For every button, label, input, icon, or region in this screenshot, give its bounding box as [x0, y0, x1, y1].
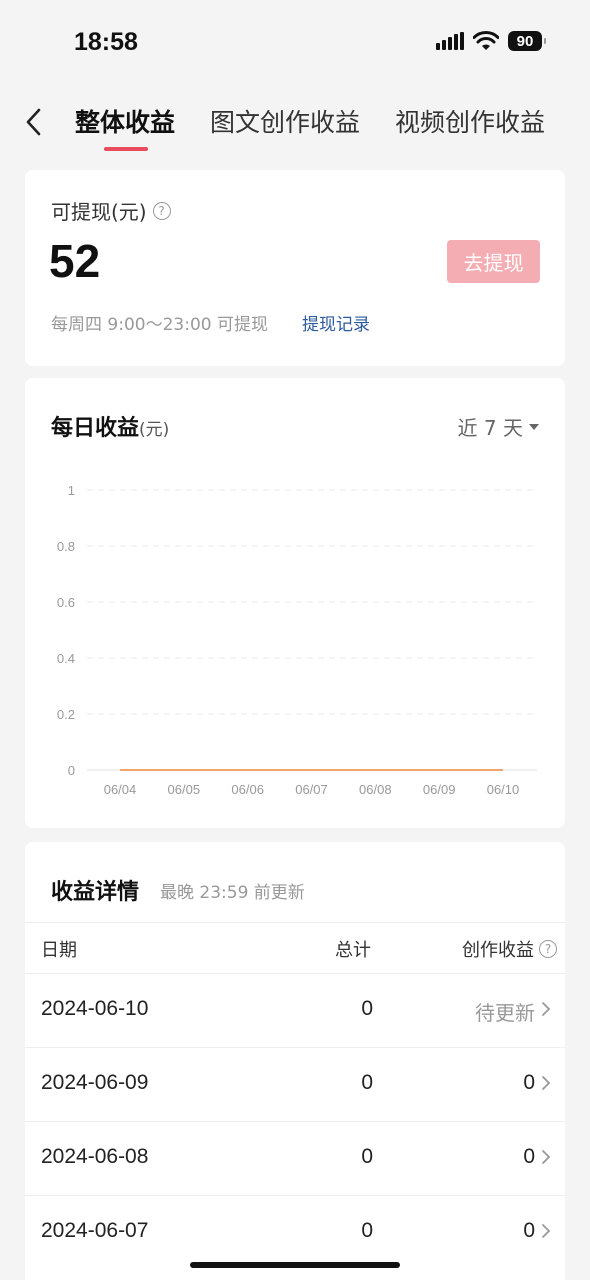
battery-indicator: 90: [508, 31, 546, 51]
row-total: 0: [361, 997, 373, 1020]
row-creation: 0: [523, 1219, 535, 1242]
y-tick-label: 1: [68, 483, 75, 498]
tab-video-earnings[interactable]: 视频创作收益: [395, 103, 545, 139]
y-tick-label: 0.6: [57, 595, 75, 610]
x-tick-label: 06/07: [295, 782, 328, 797]
x-tick-label: 06/04: [104, 782, 137, 797]
withdrawable-amount: 52: [49, 235, 101, 287]
header-creation: 创作收益 ?: [462, 936, 557, 962]
y-tick-label: 0.8: [57, 539, 75, 554]
x-tick-label: 06/05: [168, 782, 201, 797]
row-date: 2024-06-08: [41, 1145, 149, 1168]
details-subtitle: 最晚 23:59 前更新: [160, 883, 305, 903]
status-time: 18:58: [74, 28, 138, 56]
header-creation-label: 创作收益: [462, 940, 534, 961]
help-icon[interactable]: ?: [152, 201, 171, 220]
row-total: 0: [361, 1219, 373, 1242]
details-title: 收益详情: [51, 880, 140, 905]
y-tick-label: 0.4: [57, 651, 75, 666]
status-icons: 90: [436, 31, 546, 51]
header-date: 日期: [41, 940, 77, 961]
details-table-header: 日期 总计 创作收益 ?: [25, 922, 565, 974]
x-tick-label: 06/08: [359, 782, 392, 797]
earnings-details-card: 收益详情 最晚 23:59 前更新 日期 总计 创作收益 ? 2024-06-1…: [25, 842, 565, 1280]
x-tick-label: 06/10: [487, 782, 520, 797]
top-nav: 整体收益 图文创作收益 视频创作收益: [0, 88, 590, 158]
row-creation: 0: [523, 1071, 535, 1094]
row-total: 0: [361, 1071, 373, 1094]
back-icon[interactable]: [18, 106, 48, 138]
withdrawable-label: 可提现(元): [51, 200, 147, 224]
row-date: 2024-06-07: [41, 1219, 149, 1242]
withdraw-schedule-note: 每周四 9:00～23:00 可提现: [51, 315, 268, 335]
row-date: 2024-06-09: [41, 1071, 149, 1094]
help-icon[interactable]: ?: [539, 940, 557, 958]
wifi-icon: [473, 31, 499, 50]
tab-overall-earnings[interactable]: 整体收益: [75, 103, 175, 139]
chevron-right-icon: [542, 1150, 551, 1164]
signal-icon: [436, 32, 464, 50]
chevron-right-icon: [542, 1076, 551, 1090]
withdraw-record-link[interactable]: 提现记录: [302, 310, 370, 335]
withdraw-button[interactable]: 去提现: [447, 240, 540, 283]
tab-article-earnings[interactable]: 图文创作收益: [210, 103, 360, 139]
withdraw-card: 可提现(元) ? 52 去提现 每周四 9:00～23:00 可提现 提现记录: [25, 170, 565, 366]
daily-earnings-card: 每日收益(元) 近 7 天 0 0.2 0.4 0.6 0.8 1 06/04 06/05 06…: [25, 378, 565, 828]
table-row[interactable]: 2024-06-09 0 0: [25, 1047, 565, 1121]
chevron-right-icon: [542, 1224, 551, 1238]
withdrawable-label-row: 可提现(元) ?: [51, 196, 171, 225]
chevron-right-icon: [542, 1002, 551, 1016]
table-row[interactable]: 2024-06-10 0 待更新: [25, 973, 565, 1047]
x-tick-label: 06/06: [231, 782, 264, 797]
active-tab-indicator: [104, 147, 148, 151]
table-row[interactable]: 2024-06-08 0 0: [25, 1121, 565, 1195]
header-total: 总计: [335, 940, 371, 961]
status-bar: 18:58 90: [0, 0, 590, 88]
row-total: 0: [361, 1145, 373, 1168]
row-creation: 0: [523, 1145, 535, 1168]
daily-earnings-chart: 0 0.2 0.4 0.6 0.8 1 06/04 06/05 06/06 06/07 06/08 0…: [57, 483, 537, 797]
table-row[interactable]: 2024-06-07 0 0: [25, 1195, 565, 1269]
y-tick-label: 0.2: [57, 707, 75, 722]
y-tick-label: 0: [68, 763, 75, 778]
x-tick-label: 06/09: [423, 782, 456, 797]
row-creation: 待更新: [475, 1001, 535, 1025]
row-date: 2024-06-10: [41, 997, 149, 1020]
home-indicator: [190, 1262, 400, 1268]
